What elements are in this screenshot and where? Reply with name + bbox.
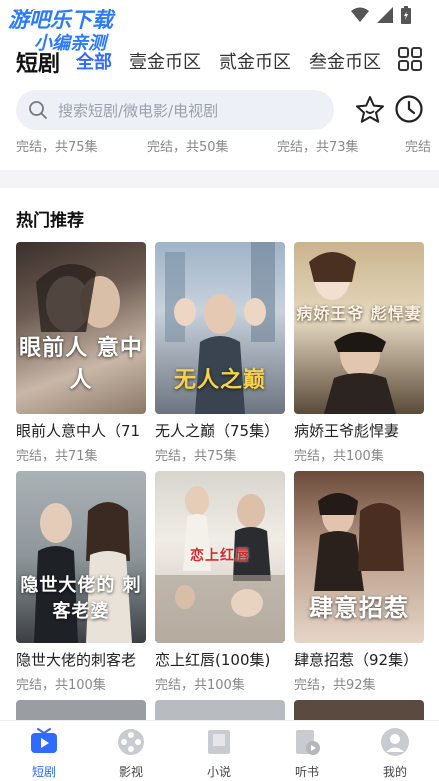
card-title: 无人之巅（75集） xyxy=(155,422,280,440)
card-title: 恋上红唇(100集) xyxy=(155,651,271,669)
tab-3-coin[interactable]: 叁金币区 xyxy=(309,48,381,74)
book-icon xyxy=(208,730,230,754)
bottom-nav-label: 我的 xyxy=(382,765,407,779)
bottom-nav: 短剧 影视 小说 听书 我的 xyxy=(0,720,439,781)
poster-caption: 隐世大佬的 刺客老婆 xyxy=(20,575,142,622)
list-item-meta: 完结 xyxy=(405,140,432,155)
bottom-nav-label: 短剧 xyxy=(31,765,56,779)
poster-caption: 恋上红唇 xyxy=(190,548,250,564)
poster-image: 隐世大佬的 刺客老婆 xyxy=(16,471,146,643)
wifi-icon xyxy=(351,7,369,22)
bottom-nav-label: 影视 xyxy=(118,765,143,779)
signal-icon xyxy=(377,7,393,23)
card-title: 眼前人意中人（71 xyxy=(16,422,141,440)
list-item-meta: 完结，共73集 xyxy=(277,140,359,155)
card-meta: 完结，共100集 xyxy=(294,449,384,464)
card-meta: 完结，共100集 xyxy=(16,678,106,693)
drama-card[interactable]: 恋上红唇 恋上红唇(100集) 完结，共100集 xyxy=(155,471,285,693)
watermark-logo: 游吧乐下载 小编亲测 xyxy=(8,8,113,56)
poster-image: 无人之巅 xyxy=(155,242,285,414)
search-placeholder: 搜索短剧/微电影/电视剧 xyxy=(58,101,219,120)
status-icons xyxy=(351,6,411,24)
section-divider xyxy=(0,170,439,188)
poster-caption: 肆意招惹 xyxy=(309,594,409,622)
poster-image xyxy=(155,700,285,720)
search-input[interactable]: 搜索短剧/微电影/电视剧 xyxy=(16,90,334,130)
poster-caption: 无人之巅 xyxy=(173,368,266,393)
drama-card[interactable]: 病娇王爷 彪悍妻 病娇王爷彪悍妻 完结，共100集 xyxy=(294,242,424,464)
watermark-line2: 小编亲测 xyxy=(34,33,106,54)
list-item-meta: 完结，共75集 xyxy=(16,140,98,155)
card-title: 肆意招惹（92集） xyxy=(294,651,419,669)
list-item-meta: 完结，共50集 xyxy=(147,140,229,155)
audiobook-icon xyxy=(296,730,320,755)
bottom-nav-label: 听书 xyxy=(294,765,319,779)
poster-caption: 病娇王爷 彪悍妻 xyxy=(296,304,422,323)
poster-art xyxy=(309,252,396,414)
bottom-nav-drama[interactable]: 短剧 xyxy=(9,727,79,780)
poster-image: 恋上红唇 xyxy=(155,471,285,643)
card-meta: 完结，共75集 xyxy=(155,449,237,464)
tv-icon xyxy=(31,728,57,753)
search-row: 搜索短剧/微电影/电视剧 xyxy=(0,88,439,134)
drama-card[interactable]: 隐世大佬的 刺客老婆 隐世大佬的刺客老 完结，共100集 xyxy=(16,471,146,693)
previous-row-meta: 完结，共75集 完结，共50集 完结，共73集 完结 xyxy=(16,136,439,156)
section-title-hot: 热门推荐 xyxy=(16,211,84,231)
bottom-nav-video[interactable]: 影视 xyxy=(96,727,166,780)
bottom-nav-label: 小说 xyxy=(206,765,231,779)
favorite-star-icon[interactable] xyxy=(354,94,386,126)
poster-caption: 眼前人 意中人 xyxy=(19,336,143,393)
card-meta: 完结，共71集 xyxy=(16,449,98,464)
drama-card[interactable]: 无人之巅 无人之巅（75集） 完结，共75集 xyxy=(155,242,285,464)
card-meta: 完结，共100集 xyxy=(155,678,245,693)
tab-2-coin[interactable]: 贰金币区 xyxy=(219,48,291,74)
poster-image: 眼前人 意中人 xyxy=(16,242,146,414)
watermark-line1: 游吧乐下载 xyxy=(8,8,113,32)
poster-image xyxy=(294,700,424,720)
bottom-nav-novel[interactable]: 小说 xyxy=(184,727,254,780)
tab-1-coin[interactable]: 壹金币区 xyxy=(129,48,201,74)
card-title: 隐世大佬的刺客老 xyxy=(16,651,137,669)
drama-card[interactable]: 肆意招惹 肆意招惹（92集） 完结，共92集 xyxy=(294,471,424,693)
history-clock-icon[interactable] xyxy=(394,94,424,124)
category-grid-icon[interactable] xyxy=(397,46,423,72)
drama-card[interactable]: 眼前人 意中人 眼前人意中人（71 完结，共71集 xyxy=(16,242,146,464)
avatar-icon xyxy=(381,728,409,756)
battery-icon xyxy=(401,6,411,24)
poster-image: 肆意招惹 xyxy=(294,471,424,643)
card-title: 病娇王爷彪悍妻 xyxy=(294,422,400,440)
card-meta: 完结，共92集 xyxy=(294,678,376,693)
bottom-nav-profile[interactable]: 我的 xyxy=(360,727,430,780)
bottom-nav-audio[interactable]: 听书 xyxy=(272,727,342,780)
poster-image xyxy=(16,700,146,720)
poster-image: 病娇王爷 彪悍妻 xyxy=(294,242,424,414)
search-icon xyxy=(29,101,47,119)
film-reel-icon xyxy=(118,729,144,755)
